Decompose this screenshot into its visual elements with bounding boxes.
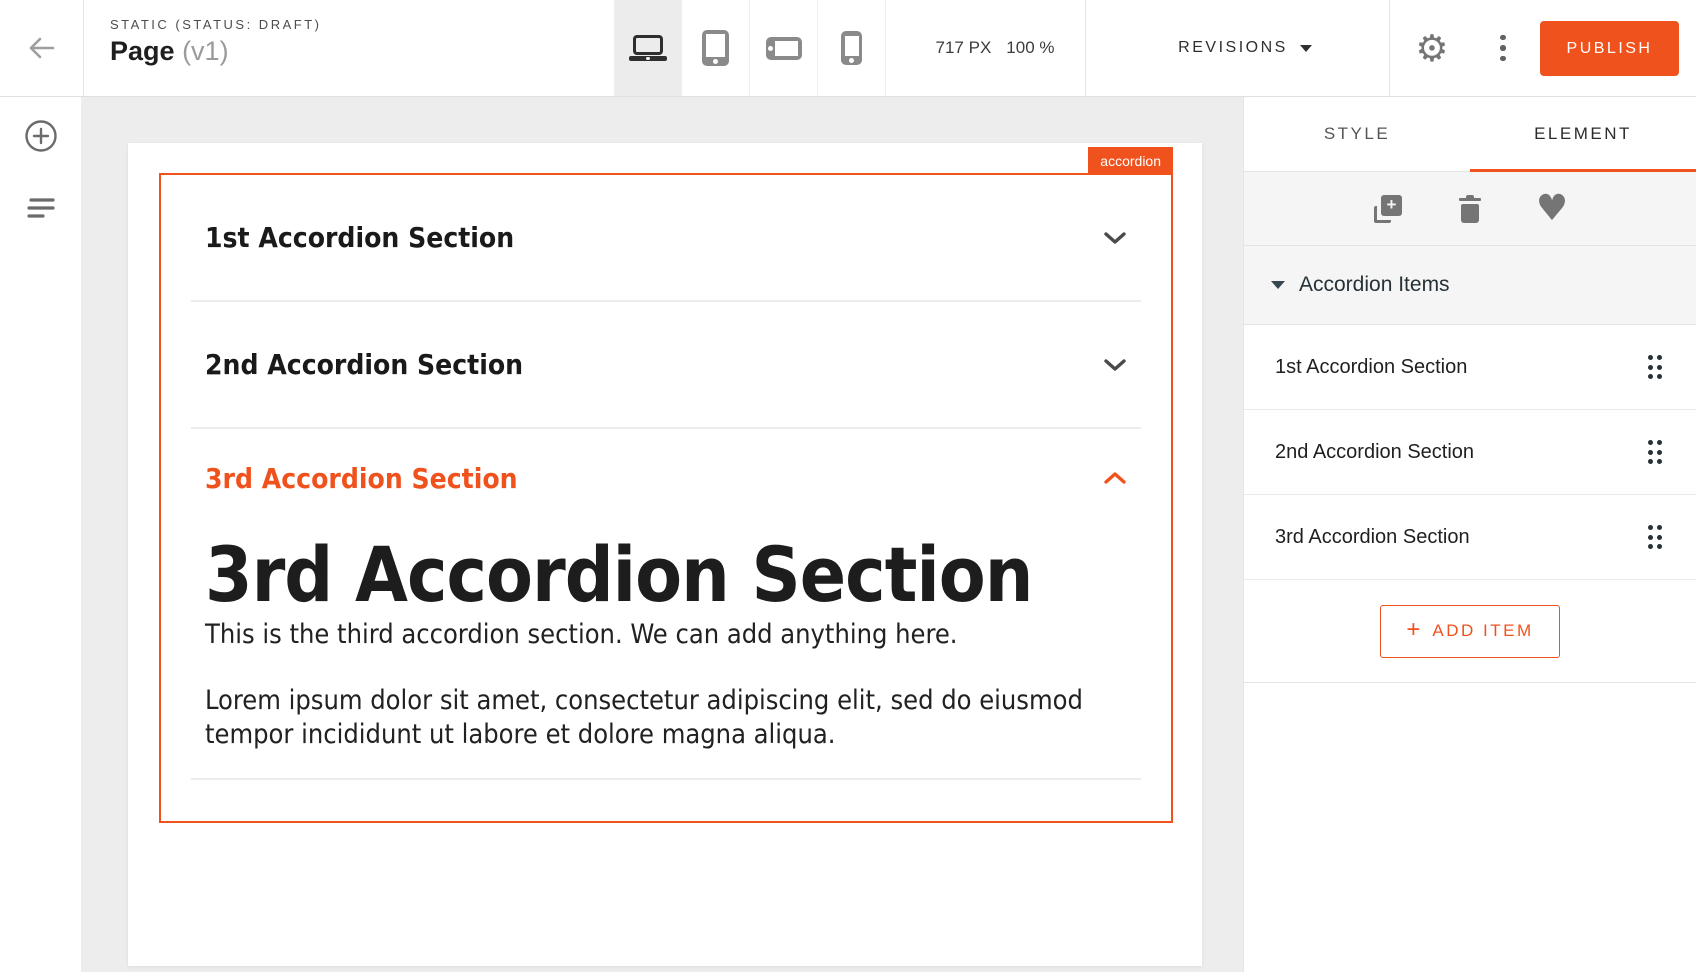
- chevron-down-icon: [1300, 45, 1312, 52]
- accordion-items-group-header[interactable]: Accordion Items: [1244, 245, 1696, 325]
- accordion-section-title: 2nd Accordion Section: [205, 348, 523, 381]
- accordion-section-3-header[interactable]: 3rd Accordion Section: [161, 429, 1171, 527]
- plus-icon: +: [1406, 616, 1420, 644]
- accordion-item-row-1[interactable]: 1st Accordion Section: [1244, 325, 1696, 410]
- tab-element[interactable]: ELEMENT: [1470, 97, 1696, 171]
- accordion-expanded-content: 3rd Accordion Section This is the third …: [161, 527, 1171, 752]
- drag-handle-icon[interactable]: [1648, 525, 1663, 549]
- add-item-section: + ADD ITEM: [1244, 580, 1696, 683]
- triangle-down-icon: [1271, 281, 1285, 289]
- group-title: Accordion Items: [1299, 273, 1450, 297]
- favorite-button[interactable]: ♥: [1532, 189, 1572, 229]
- page-version: (v1): [182, 36, 229, 66]
- back-arrow-icon: [26, 35, 56, 61]
- top-toolbar: STATIC (STATUS: DRAFT) Page (v1) 717 PX …: [0, 0, 1696, 97]
- content-paragraph: Lorem ipsum dolor sit amet, consectetur …: [205, 684, 1127, 752]
- page-title: Page (v1): [110, 36, 321, 67]
- tablet-landscape-icon: [766, 37, 802, 60]
- delete-button[interactable]: [1450, 189, 1490, 229]
- selected-element-outline[interactable]: accordion 1st Accordion Section 2nd Acco…: [159, 173, 1173, 823]
- kebab-menu-icon: [1500, 35, 1506, 62]
- element-tag-badge[interactable]: accordion: [1088, 147, 1173, 175]
- chevron-down-icon: [1103, 231, 1127, 245]
- breakpoint-tablet-portrait-button[interactable]: [682, 0, 750, 96]
- add-element-button[interactable]: [0, 104, 81, 168]
- item-label: 1st Accordion Section: [1275, 356, 1467, 379]
- inspector-tabs: STYLE ELEMENT: [1244, 97, 1696, 172]
- page-preview: accordion 1st Accordion Section 2nd Acco…: [128, 143, 1202, 966]
- breakpoint-switcher: [614, 0, 886, 96]
- more-options-button[interactable]: [1473, 0, 1533, 96]
- divider: [83, 0, 84, 96]
- breakpoint-phone-button[interactable]: [818, 0, 886, 96]
- breakpoint-tablet-landscape-button[interactable]: [750, 0, 818, 96]
- tab-style[interactable]: STYLE: [1244, 97, 1470, 171]
- publish-button[interactable]: PUBLISH: [1540, 21, 1679, 76]
- breakpoint-desktop-button[interactable]: [614, 0, 682, 96]
- accordion-item-row-2[interactable]: 2nd Accordion Section: [1244, 410, 1696, 495]
- layers-list-icon: [25, 195, 57, 221]
- item-label: 2nd Accordion Section: [1275, 441, 1474, 464]
- plus-circle-icon: [24, 119, 58, 153]
- gear-icon: ⚙: [1415, 30, 1448, 67]
- divider: [191, 778, 1141, 780]
- settings-button[interactable]: ⚙: [1402, 0, 1462, 96]
- doc-status-label: STATIC (STATUS: DRAFT): [110, 17, 321, 32]
- accordion-item-row-3[interactable]: 3rd Accordion Section: [1244, 495, 1696, 580]
- navigator-button[interactable]: [0, 176, 81, 240]
- divider: [1085, 0, 1086, 96]
- tablet-portrait-icon: [702, 30, 729, 66]
- element-actions-row: + ♥: [1244, 172, 1696, 245]
- duplicate-button[interactable]: +: [1368, 189, 1408, 229]
- drag-handle-icon[interactable]: [1648, 440, 1663, 464]
- duplicate-icon: +: [1374, 195, 1402, 223]
- phone-icon: [841, 31, 862, 65]
- viewport-size-indicator: 717 PX 100 %: [905, 0, 1085, 96]
- page-title-block: STATIC (STATUS: DRAFT) Page (v1): [110, 17, 321, 67]
- viewport-width-value: 717 PX: [936, 38, 992, 58]
- accordion-section-1-header[interactable]: 1st Accordion Section: [161, 175, 1171, 300]
- chevron-down-icon: [1103, 358, 1127, 372]
- laptop-icon: [629, 35, 667, 61]
- viewport-zoom-value: 100 %: [1006, 38, 1054, 58]
- back-button[interactable]: [12, 0, 70, 96]
- divider: [1389, 0, 1390, 96]
- accordion-section-title: 1st Accordion Section: [205, 221, 514, 254]
- content-heading: 3rd Accordion Section: [205, 533, 1127, 617]
- accordion-section-2-header[interactable]: 2nd Accordion Section: [161, 302, 1171, 427]
- item-label: 3rd Accordion Section: [1275, 526, 1470, 549]
- accordion-section-title-active: 3rd Accordion Section: [205, 462, 518, 495]
- trash-icon: [1458, 195, 1482, 223]
- editor-canvas: accordion 1st Accordion Section 2nd Acco…: [81, 97, 1243, 972]
- inspector-panel: STYLE ELEMENT + ♥ Accordion Items 1st Ac…: [1243, 97, 1696, 972]
- chevron-up-icon: [1103, 471, 1127, 485]
- drag-handle-icon[interactable]: [1648, 355, 1663, 379]
- heart-icon: ♥: [1536, 191, 1568, 227]
- add-item-button[interactable]: + ADD ITEM: [1380, 605, 1560, 658]
- left-toolbar: [0, 97, 81, 972]
- revisions-dropdown[interactable]: REVISIONS: [1130, 0, 1360, 96]
- content-subheading: This is the third accordion section. We …: [205, 619, 1127, 650]
